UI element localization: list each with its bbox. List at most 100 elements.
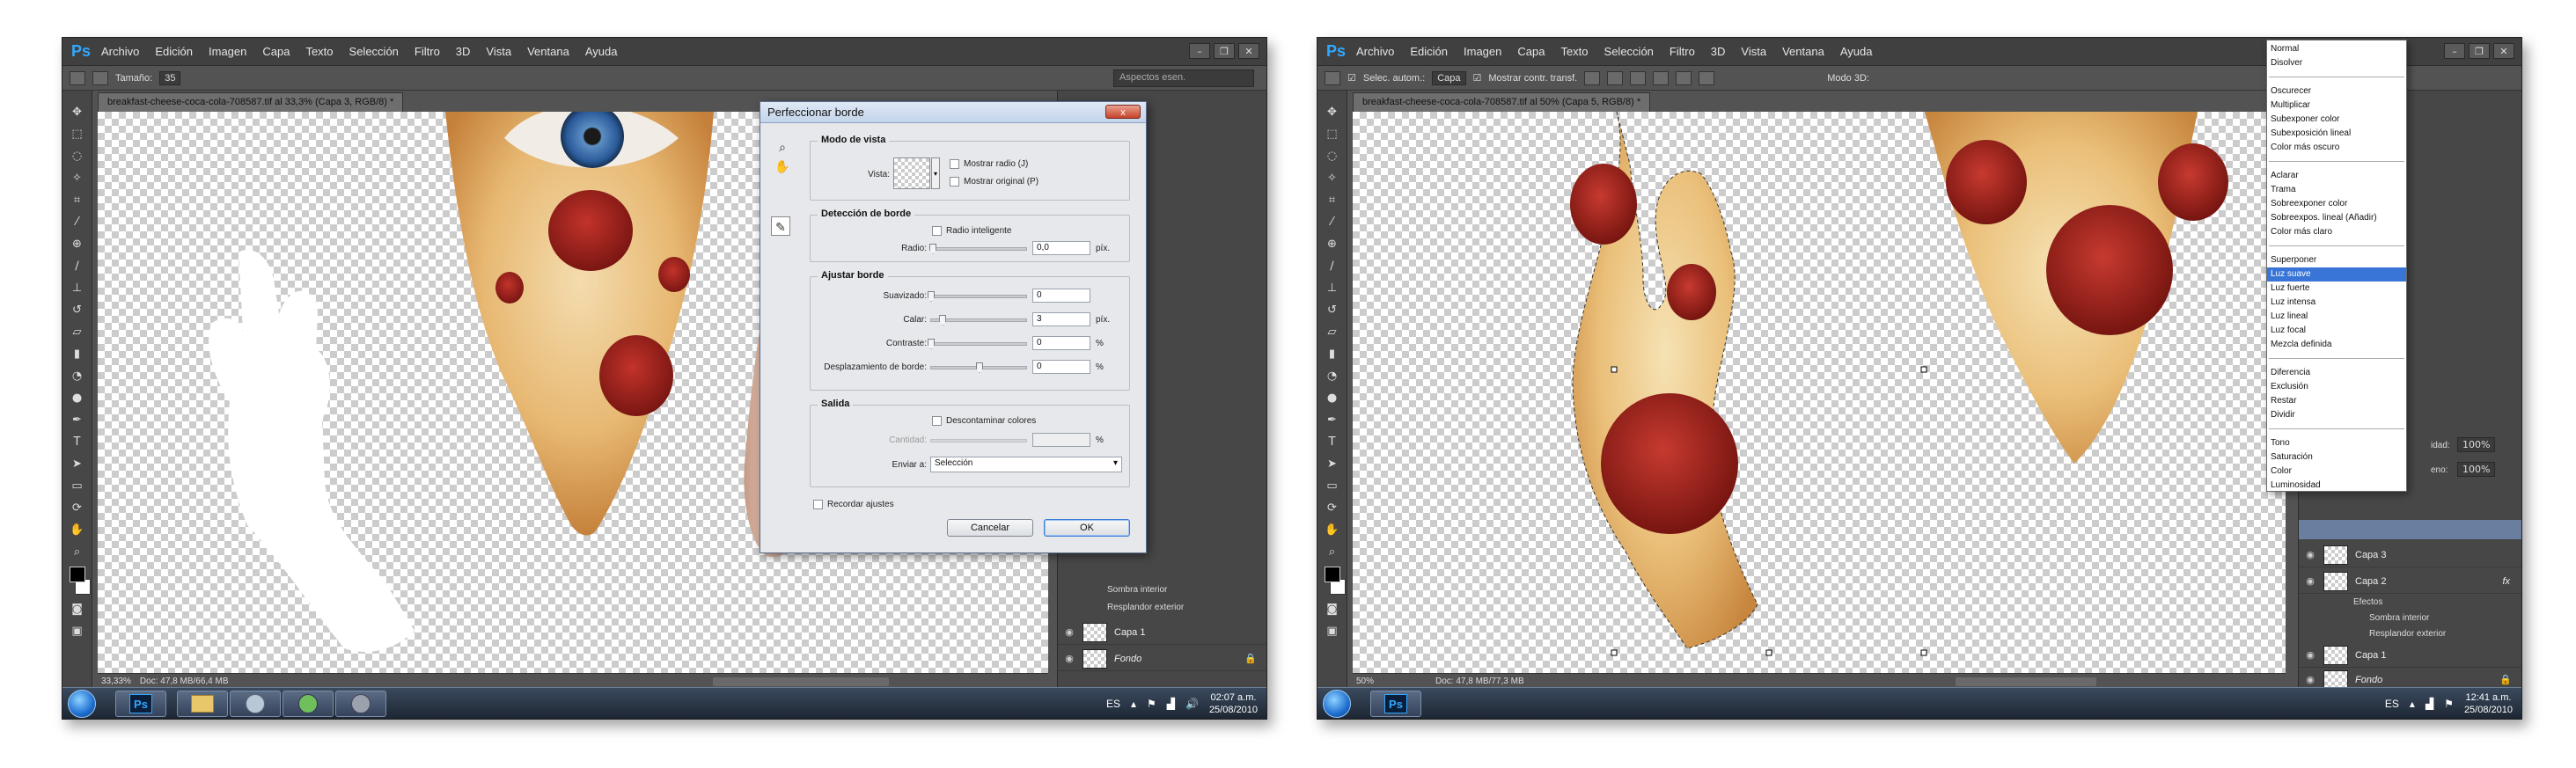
eye-icon[interactable]: ◉ <box>1063 626 1075 639</box>
eye-icon[interactable]: ◉ <box>2304 674 2316 686</box>
adjust-edge-input[interactable]: 3 <box>1032 312 1090 326</box>
3d-rotate-icon[interactable]: ⟳ <box>1325 501 1340 516</box>
menu-archivo[interactable]: Archivo <box>101 45 139 58</box>
marquee-tool-icon[interactable]: ⬚ <box>1325 127 1340 142</box>
blur-icon[interactable]: ◔ <box>70 369 85 384</box>
blend-mode-item[interactable]: Tono <box>2267 436 2406 450</box>
magic-wand-icon[interactable]: ✧ <box>1325 171 1340 186</box>
screen-mode-icon[interactable]: ▣ <box>1325 624 1340 639</box>
blend-mode-item[interactable]: Trama <box>2267 183 2406 197</box>
adjust-edge-input[interactable]: 0 <box>1032 360 1090 374</box>
blend-mode-item[interactable]: Exclusión <box>2267 380 2406 394</box>
minimize-icon[interactable]: – <box>1189 43 1210 59</box>
menu-vista[interactable]: Vista <box>486 45 511 58</box>
clock[interactable]: 02:07 a.m. 25/08/2010 <box>1209 691 1258 716</box>
zoom-tool-icon[interactable]: ⌕ <box>1325 545 1340 560</box>
slider-knob[interactable] <box>976 362 983 373</box>
blend-mode-item[interactable]: Color <box>2267 464 2406 479</box>
eye-icon[interactable]: ◉ <box>2304 575 2316 588</box>
dodge-icon[interactable]: ● <box>70 391 85 406</box>
menu-seleccion[interactable]: Selección <box>349 45 399 58</box>
blend-mode-item[interactable]: Luz lineal <box>2267 310 2406 324</box>
layer-fx-badge[interactable]: fx <box>2502 576 2510 587</box>
align-bottom-icon[interactable] <box>1630 70 1647 85</box>
layer-row[interactable]: ◉ Capa 2 fx <box>2299 569 2521 594</box>
blend-mode-item[interactable]: Luz intensa <box>2267 296 2406 310</box>
blend-mode-item[interactable]: Luminosidad <box>2267 479 2406 493</box>
transform-handle[interactable] <box>1920 366 1927 373</box>
blend-mode-item[interactable]: Dividir <box>2267 408 2406 422</box>
workspace-selector[interactable]: Aspectos esen. <box>1113 69 1254 87</box>
effects-group[interactable]: Efectos <box>2353 597 2382 607</box>
menu-3d[interactable]: 3D <box>1711 45 1726 58</box>
blur-icon[interactable]: ◔ <box>1325 369 1340 384</box>
remember-settings-checkbox[interactable] <box>813 500 823 509</box>
radius-slider[interactable] <box>929 244 1027 254</box>
menu-capa[interactable]: Capa <box>262 45 290 58</box>
blend-mode-item[interactable]: Normal <box>2267 42 2406 56</box>
marquee-tool-icon[interactable]: ⬚ <box>70 127 85 142</box>
cancel-button[interactable]: Cancelar <box>947 519 1033 537</box>
align-right-icon[interactable] <box>1699 70 1715 85</box>
volume-icon[interactable]: 🔊 <box>1185 698 1199 710</box>
lasso-tool-icon[interactable]: ◌ <box>1325 149 1340 164</box>
menu-3d[interactable]: 3D <box>456 45 471 58</box>
auto-select-dropdown[interactable]: Capa <box>1432 70 1466 85</box>
taskbar-photoshop[interactable]: Ps <box>115 691 166 717</box>
view-mode-picker[interactable] <box>893 157 930 189</box>
fill-input[interactable]: 100% <box>2457 437 2496 452</box>
slider-knob[interactable] <box>939 315 947 325</box>
3d-rotate-icon[interactable]: ⟳ <box>70 501 85 516</box>
crop-tool-icon[interactable]: ⌗ <box>70 193 85 208</box>
align-top-icon[interactable] <box>1584 70 1601 85</box>
minimize-icon[interactable]: – <box>2444 43 2465 59</box>
blend-mode-item[interactable]: Color más oscuro <box>2267 141 2406 155</box>
path-select-icon[interactable]: ➤ <box>1325 457 1340 472</box>
flag-icon[interactable]: ⚑ <box>1147 698 1156 710</box>
healing-brush-icon[interactable]: ⊕ <box>1325 237 1340 252</box>
quick-mask-icon[interactable]: ◙ <box>70 602 85 617</box>
transform-handle[interactable] <box>1611 366 1618 373</box>
menu-archivo[interactable]: Archivo <box>1356 45 1394 58</box>
taskbar-app[interactable] <box>230 691 281 717</box>
hand-tool-icon[interactable]: ✋ <box>1325 523 1340 538</box>
menu-filtro[interactable]: Filtro <box>415 45 440 58</box>
menu-edicion[interactable]: Edición <box>155 45 193 58</box>
gradient-icon[interactable]: ▮ <box>1325 347 1340 362</box>
start-button-icon[interactable] <box>68 690 96 718</box>
type-tool-icon[interactable]: T <box>1325 435 1340 450</box>
quick-mask-icon[interactable]: ◙ <box>1325 602 1340 617</box>
refine-radius-tool-icon[interactable]: ✎ <box>771 216 790 236</box>
menu-ayuda[interactable]: Ayuda <box>585 45 618 58</box>
foreground-color-swatch[interactable] <box>69 567 85 582</box>
document-tab[interactable]: breakfast-cheese-coca-cola-708587.tif al… <box>98 92 404 112</box>
opacity-input[interactable]: 100% <box>2457 462 2496 477</box>
screen-mode-icon[interactable]: ▣ <box>70 624 85 639</box>
foreground-color-swatch[interactable] <box>1324 567 1340 582</box>
path-select-icon[interactable]: ➤ <box>70 457 85 472</box>
network-icon[interactable]: ▟ <box>1167 698 1175 710</box>
menu-texto[interactable]: Texto <box>305 45 333 58</box>
taskbar-app[interactable] <box>335 691 386 717</box>
selected-layer-row[interactable] <box>2299 520 2521 539</box>
pen-tool-icon[interactable]: ✒ <box>70 413 85 428</box>
blend-mode-item[interactable]: Aclarar <box>2267 169 2406 183</box>
layer-row[interactable]: ◉ Capa 1 <box>2299 643 2521 668</box>
menu-ventana[interactable]: Ventana <box>527 45 569 58</box>
show-original-checkbox[interactable] <box>950 177 959 187</box>
shape-tool-icon[interactable]: ▭ <box>70 479 85 494</box>
blend-mode-item[interactable]: Subexposición lineal <box>2267 127 2406 141</box>
shape-tool-icon[interactable]: ▭ <box>1325 479 1340 494</box>
menu-capa[interactable]: Capa <box>1517 45 1545 58</box>
ok-button[interactable]: OK <box>1044 519 1130 537</box>
blend-mode-item[interactable]: Oscurecer <box>2267 84 2406 99</box>
document-tab[interactable]: breakfast-cheese-coca-cola-708587.tif al… <box>1353 92 1651 112</box>
magic-wand-icon[interactable]: ✧ <box>70 171 85 186</box>
brush-tool-icon[interactable]: ∕ <box>70 259 85 274</box>
pen-tool-icon[interactable]: ✒ <box>1325 413 1340 428</box>
document-canvas[interactable] <box>1353 112 2286 673</box>
history-brush-icon[interactable]: ↺ <box>70 303 85 318</box>
slider-knob[interactable] <box>928 291 935 302</box>
chevron-down-icon[interactable]: ▾ <box>931 157 940 189</box>
clone-stamp-icon[interactable]: ⊥ <box>70 281 85 296</box>
